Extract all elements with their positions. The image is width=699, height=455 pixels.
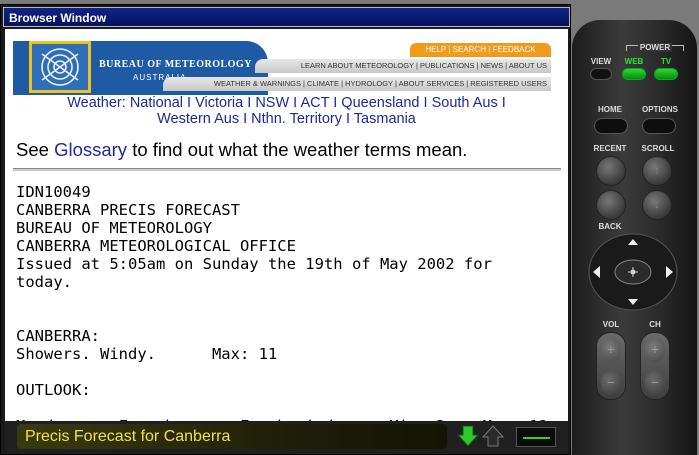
connection-indicator: [516, 427, 556, 447]
recent-button[interactable]: [596, 156, 626, 186]
ch-label: CH: [649, 320, 661, 329]
swirl-logo-icon: [41, 48, 79, 86]
scroll-down-button[interactable]: ↓: [642, 190, 672, 220]
top-links[interactable]: HELP | SEARCH | FEEDBACK: [410, 43, 551, 57]
divider: [13, 168, 561, 171]
options-button[interactable]: [642, 118, 676, 134]
nav-link-western-aus[interactable]: Western Aus: [157, 111, 239, 127]
remote-control: POWER VIEW WEB TV HOME OPTIONS RECENT SC…: [572, 20, 697, 455]
tv-label: TV: [660, 57, 672, 66]
browser-content[interactable]: BUREAU OF METEOROLOGY AUSTRALIA HELP | S…: [5, 29, 568, 421]
nav-link-victoria[interactable]: Victoria: [195, 95, 243, 111]
scroll-up-arrow-icon[interactable]: [481, 424, 505, 448]
nav-link-tasmania[interactable]: Tasmania: [354, 111, 416, 127]
glossary-line: See Glossary to find out what the weathe…: [16, 139, 467, 161]
web-label: WEB: [624, 57, 644, 66]
back-button[interactable]: [596, 190, 626, 220]
glossary-link[interactable]: Glossary: [54, 139, 127, 160]
glossary-after: to find out what the weather terms mean.: [127, 139, 468, 160]
tv-button[interactable]: [654, 68, 678, 80]
home-button[interactable]: [594, 118, 628, 134]
nav-link-national[interactable]: National: [130, 95, 183, 111]
channel-up-icon[interactable]: +: [645, 338, 665, 362]
scroll-down-arrow-icon[interactable]: [456, 424, 480, 448]
scroll-up-icon: ↑: [654, 163, 660, 177]
bom-site-header: BUREAU OF METEOROLOGY AUSTRALIA HELP | S…: [13, 37, 551, 95]
home-label: HOME: [598, 105, 622, 114]
power-label: POWER: [638, 43, 672, 52]
site-name: BUREAU OF METEOROLOGY: [99, 59, 252, 70]
nav-link-act[interactable]: ACT: [300, 95, 329, 111]
nav-link-south-aus[interactable]: South Aus: [432, 95, 498, 111]
nav-prefix: Weather:: [67, 95, 126, 111]
menu-row-2[interactable]: WEATHER & WARNINGS | CLIMATE | HYDROLOGY…: [163, 77, 551, 91]
state-nav: Weather: National I Victoria I NSW I ACT…: [67, 95, 506, 127]
scroll-label: SCROLL: [641, 144, 675, 153]
view-label: VIEW: [590, 57, 612, 66]
vol-label: VOL: [602, 320, 620, 329]
bom-logo[interactable]: [29, 41, 91, 93]
menu-row-1[interactable]: LEARN ABOUT METEOROLOGY | PUBLICATIONS |…: [255, 59, 551, 73]
web-button[interactable]: [622, 68, 646, 80]
nav-link-queensland[interactable]: Queensland: [341, 95, 419, 111]
volume-up-icon[interactable]: +: [601, 338, 621, 362]
scroll-up-button[interactable]: ↑: [642, 156, 672, 186]
browser-window: Browser Window BUREAU OF METEOROLOGY AUS…: [0, 4, 571, 455]
channel-down-icon[interactable]: −: [645, 371, 665, 395]
back-label: BACK: [598, 222, 622, 231]
forecast-text: IDN10049 CANBERRA PRECIS FORECAST BUREAU…: [16, 183, 548, 421]
window-title: Browser Window: [3, 7, 570, 27]
page-title-status: Precis Forecast for Canberra: [17, 424, 447, 449]
volume-rocker[interactable]: + −: [596, 332, 626, 400]
channel-rocker[interactable]: + −: [640, 332, 670, 400]
nav-link-nsw[interactable]: NSW: [255, 95, 289, 111]
glossary-before: See: [16, 139, 55, 160]
dpad-icon[interactable]: [588, 232, 678, 312]
nav-link-nthn-territory[interactable]: Nthn. Territory: [251, 111, 342, 127]
status-bar: Precis Forecast for Canberra: [5, 421, 568, 454]
recent-label: RECENT: [593, 144, 627, 153]
options-label: OPTIONS: [641, 105, 678, 114]
volume-down-icon[interactable]: −: [601, 371, 621, 395]
scroll-down-icon: ↓: [654, 197, 660, 211]
view-button[interactable]: [590, 68, 612, 80]
